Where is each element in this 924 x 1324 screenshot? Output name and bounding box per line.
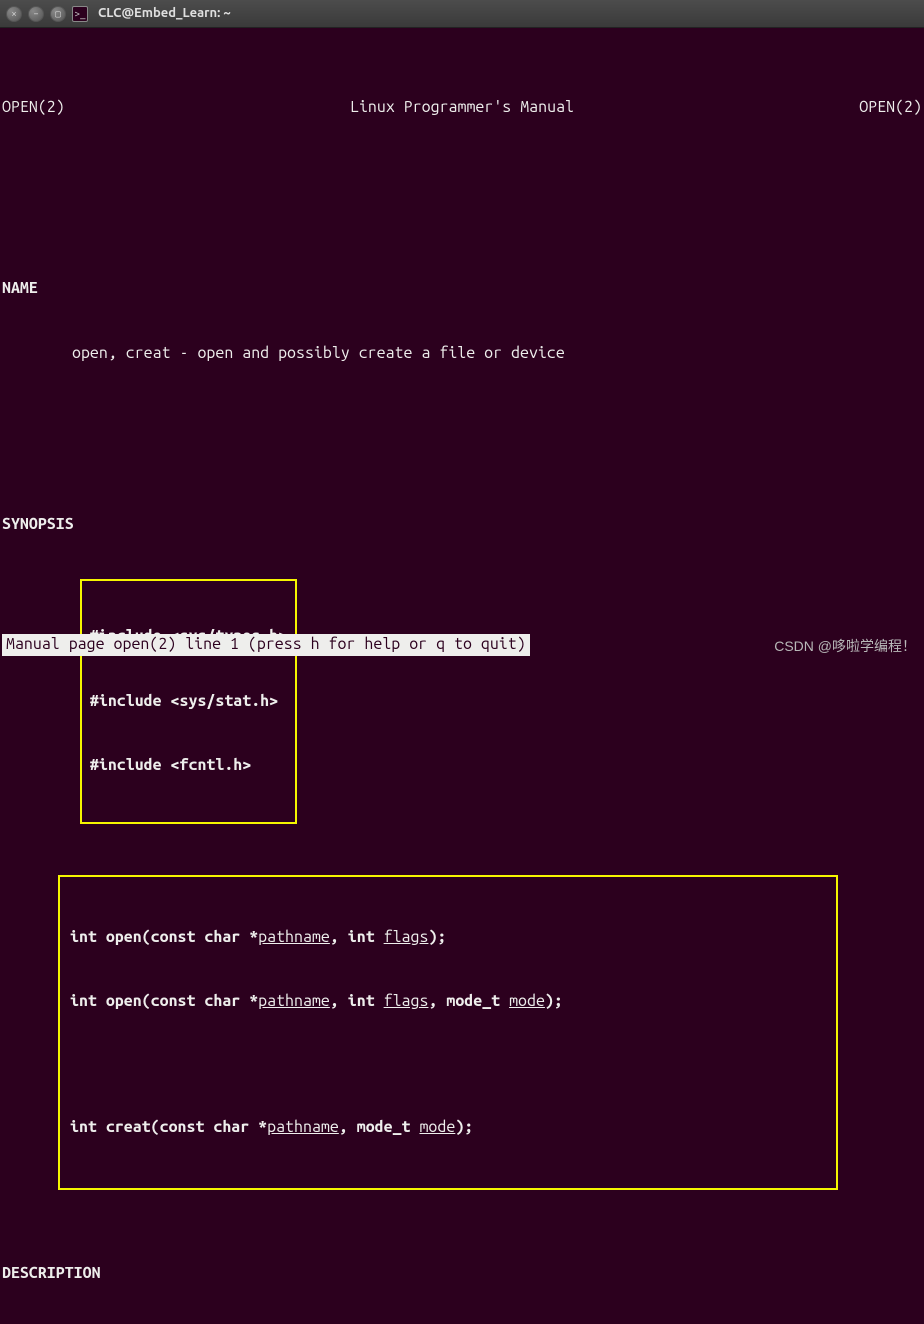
man-title-center: Linux Programmer's Manual (350, 97, 574, 119)
prototype-line: int creat(const char *pathname, mode_t m… (70, 1117, 826, 1139)
minimize-icon[interactable]: – (28, 6, 44, 22)
includes-box: #include <sys/types.h> #include <sys/sta… (80, 579, 297, 825)
terminal-icon: >_ (72, 6, 88, 22)
maximize-icon[interactable]: ▢ (50, 6, 66, 22)
window-title: CLC@Embed_Learn: ~ (98, 5, 231, 23)
heading-synopsis: SYNOPSIS (2, 514, 922, 536)
prototypes-box: int open(const char *pathname, int flags… (58, 875, 838, 1190)
close-icon[interactable]: × (6, 6, 22, 22)
include-line: #include <sys/stat.h> (90, 691, 287, 713)
heading-description: DESCRIPTION (2, 1263, 922, 1285)
include-line: #include <fcntl.h> (90, 755, 287, 777)
heading-name: NAME (2, 278, 922, 300)
watermark-text: CSDN @哆啦学编程！ (774, 637, 916, 656)
man-section-left: OPEN(2) (2, 97, 65, 119)
window-titlebar: × – ▢ >_ CLC@Embed_Learn: ~ (0, 0, 924, 28)
prototype-line: int open(const char *pathname, int flags… (70, 927, 826, 949)
prototype-line: int open(const char *pathname, int flags… (70, 991, 826, 1013)
man-section-right: OPEN(2) (859, 97, 922, 119)
man-status-line: Manual page open(2) line 1 (press h for … (2, 634, 530, 656)
man-header-row: OPEN(2) Linux Programmer's Manual OPEN(2… (2, 97, 922, 119)
terminal-viewport[interactable]: OPEN(2) Linux Programmer's Manual OPEN(2… (0, 28, 924, 1324)
name-line: open, creat - open and possibly create a… (2, 343, 922, 365)
